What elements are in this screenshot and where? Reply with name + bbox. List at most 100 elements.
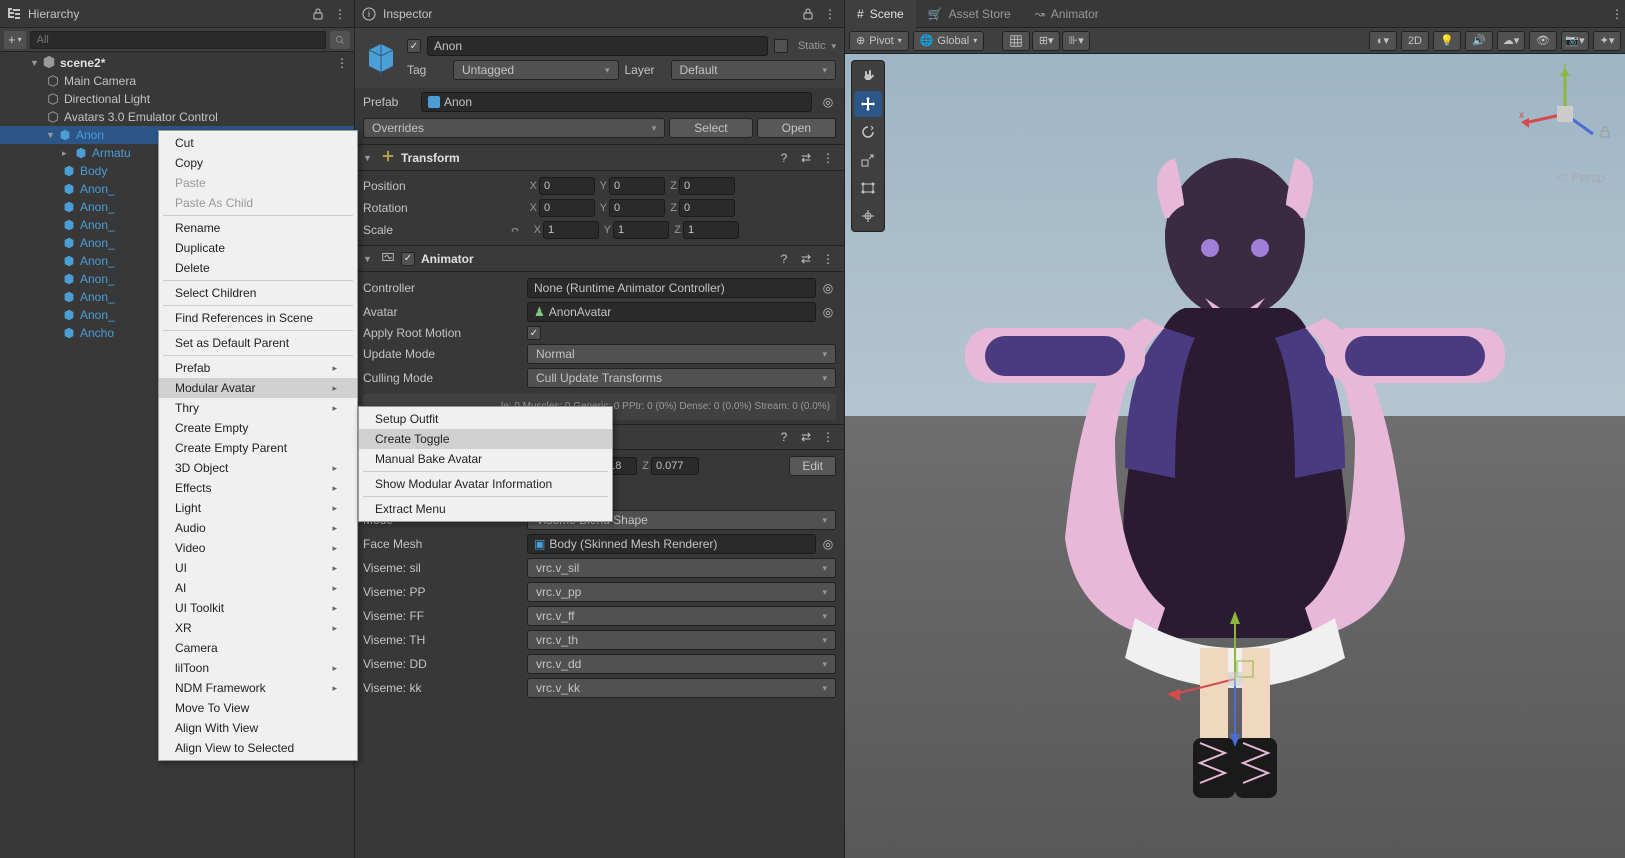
search-input[interactable] — [30, 31, 326, 49]
menu-align-view-to-selected[interactable]: Align View to Selected — [159, 738, 357, 758]
picker-icon[interactable]: ◎ — [820, 304, 836, 320]
preset-icon[interactable]: ⇄ — [798, 251, 814, 267]
lock-icon[interactable] — [310, 6, 326, 22]
preset-icon[interactable]: ⇄ — [798, 150, 814, 166]
rot-y[interactable] — [609, 199, 665, 217]
menu-ai[interactable]: AI▸ — [159, 578, 357, 598]
menu-video[interactable]: Video▸ — [159, 538, 357, 558]
menu-copy[interactable]: Copy — [159, 153, 357, 173]
menu-thry[interactable]: Thry▸ — [159, 398, 357, 418]
foldout-icon[interactable]: ▼ — [363, 254, 375, 264]
lighting-icon[interactable]: 💡 — [1433, 31, 1461, 51]
viseme-dropdown[interactable]: vrc.v_ff — [527, 606, 836, 626]
camera-icon[interactable]: 📷▾ — [1561, 31, 1589, 51]
scl-y[interactable] — [613, 221, 669, 239]
scale-tool-icon[interactable] — [854, 147, 882, 173]
menu-delete[interactable]: Delete — [159, 258, 357, 278]
picker-icon[interactable]: ◎ — [820, 536, 836, 552]
hidden-icon[interactable]: 👁 — [1529, 31, 1557, 51]
foldout-icon[interactable]: ▸ — [62, 148, 74, 159]
edit-button[interactable]: Edit — [789, 456, 836, 476]
menu-create-empty[interactable]: Create Empty — [159, 418, 357, 438]
open-button[interactable]: Open — [757, 118, 836, 138]
menu-icon[interactable]: ⋮ — [820, 429, 836, 445]
rot-z[interactable] — [679, 199, 735, 217]
foldout-icon[interactable]: ▼ — [30, 58, 42, 68]
controller-field[interactable]: None (Runtime Animator Controller) — [527, 278, 816, 298]
submenu-extract-menu[interactable]: Extract Menu — [359, 499, 612, 519]
tree-item[interactable]: Main Camera — [0, 72, 354, 90]
search-options-icon[interactable] — [330, 31, 350, 49]
object-name-input[interactable] — [427, 36, 768, 56]
pivot-button[interactable]: ⊕Pivot▾ — [849, 31, 909, 51]
submenu-setup-outfit[interactable]: Setup Outfit — [359, 409, 612, 429]
rot-x[interactable] — [539, 199, 595, 217]
tree-item[interactable]: Directional Light — [0, 90, 354, 108]
lock-icon[interactable] — [800, 6, 816, 22]
link-icon[interactable] — [507, 222, 523, 238]
face-mesh-field[interactable]: ▣Body (Skinned Mesh Renderer) — [527, 534, 816, 554]
overrides-dropdown[interactable]: Overrides — [363, 118, 665, 138]
menu-create-empty-parent[interactable]: Create Empty Parent — [159, 438, 357, 458]
menu-duplicate[interactable]: Duplicate — [159, 238, 357, 258]
persp-label[interactable]: ◁Persp — [1557, 169, 1605, 185]
menu-cut[interactable]: Cut — [159, 133, 357, 153]
transform-tool-icon[interactable] — [854, 203, 882, 229]
help-icon[interactable]: ? — [776, 429, 792, 445]
rotate-tool-icon[interactable] — [854, 119, 882, 145]
root-motion-checkbox[interactable] — [527, 326, 541, 340]
menu-modular-avatar[interactable]: Modular Avatar▸ — [159, 378, 357, 398]
viseme-dropdown[interactable]: vrc.v_th — [527, 630, 836, 650]
menu-camera[interactable]: Camera — [159, 638, 357, 658]
menu-icon[interactable]: ⋮ — [332, 6, 348, 22]
static-checkbox[interactable] — [774, 39, 788, 53]
move-tool-icon[interactable] — [854, 91, 882, 117]
menu-align-with-view[interactable]: Align With View — [159, 718, 357, 738]
viseme-dropdown[interactable]: vrc.v_dd — [527, 654, 836, 674]
avatar-field[interactable]: ♟AnonAvatar — [527, 302, 816, 322]
menu-ndm[interactable]: NDM Framework▸ — [159, 678, 357, 698]
menu-effects[interactable]: Effects▸ — [159, 478, 357, 498]
transform-header[interactable]: ▼ Transform ? ⇄ ⋮ — [355, 144, 844, 171]
menu-default-parent[interactable]: Set as Default Parent — [159, 333, 357, 353]
menu-3d-object[interactable]: 3D Object▸ — [159, 458, 357, 478]
menu-light[interactable]: Light▸ — [159, 498, 357, 518]
vp-z[interactable] — [651, 457, 699, 475]
pos-y[interactable] — [609, 177, 665, 195]
help-icon[interactable]: ? — [776, 251, 792, 267]
submenu-create-toggle[interactable]: Create Toggle — [359, 429, 612, 449]
submenu-show-info[interactable]: Show Modular Avatar Information — [359, 474, 612, 494]
foldout-icon[interactable]: ▼ — [363, 153, 375, 163]
active-checkbox[interactable] — [407, 39, 421, 53]
picker-icon[interactable]: ◎ — [820, 280, 836, 296]
layer-dropdown[interactable]: Default — [671, 60, 837, 80]
menu-xr[interactable]: XR▸ — [159, 618, 357, 638]
menu-move-to-view[interactable]: Move To View — [159, 698, 357, 718]
preset-icon[interactable]: ⇄ — [798, 429, 814, 445]
gizmos-icon[interactable]: ✦▾ — [1593, 31, 1621, 51]
lock-axis-icon[interactable] — [1597, 124, 1613, 143]
tree-item[interactable]: Avatars 3.0 Emulator Control — [0, 108, 354, 126]
menu-icon[interactable]: ⋮ — [820, 251, 836, 267]
tag-dropdown[interactable]: Untagged — [453, 60, 619, 80]
menu-icon[interactable]: ⋮ — [1609, 6, 1625, 22]
submenu-modular-avatar[interactable]: Setup Outfit Create Toggle Manual Bake A… — [358, 406, 613, 522]
menu-ui-toolkit[interactable]: UI Toolkit▸ — [159, 598, 357, 618]
menu-icon[interactable]: ⋮ — [822, 6, 838, 22]
menu-ui[interactable]: UI▸ — [159, 558, 357, 578]
global-button[interactable]: 🌐Global▾ — [913, 31, 985, 51]
shading-mode-icon[interactable]: ◐▾ — [1369, 31, 1397, 51]
culling-mode-dropdown[interactable]: Cull Update Transforms — [527, 368, 836, 388]
context-menu[interactable]: Cut Copy Paste Paste As Child Rename Dup… — [158, 130, 358, 761]
help-icon[interactable]: ? — [776, 150, 792, 166]
menu-prefab[interactable]: Prefab▸ — [159, 358, 357, 378]
tab-animator[interactable]: ↝Animator — [1023, 0, 1111, 28]
select-button[interactable]: Select — [669, 118, 752, 138]
viseme-dropdown[interactable]: vrc.v_sil — [527, 558, 836, 578]
menu-icon[interactable]: ⋮ — [820, 150, 836, 166]
menu-audio[interactable]: Audio▸ — [159, 518, 357, 538]
scl-x[interactable] — [543, 221, 599, 239]
audio-icon[interactable]: 🔊 — [1465, 31, 1493, 51]
rect-tool-icon[interactable] — [854, 175, 882, 201]
submenu-manual-bake[interactable]: Manual Bake Avatar — [359, 449, 612, 469]
